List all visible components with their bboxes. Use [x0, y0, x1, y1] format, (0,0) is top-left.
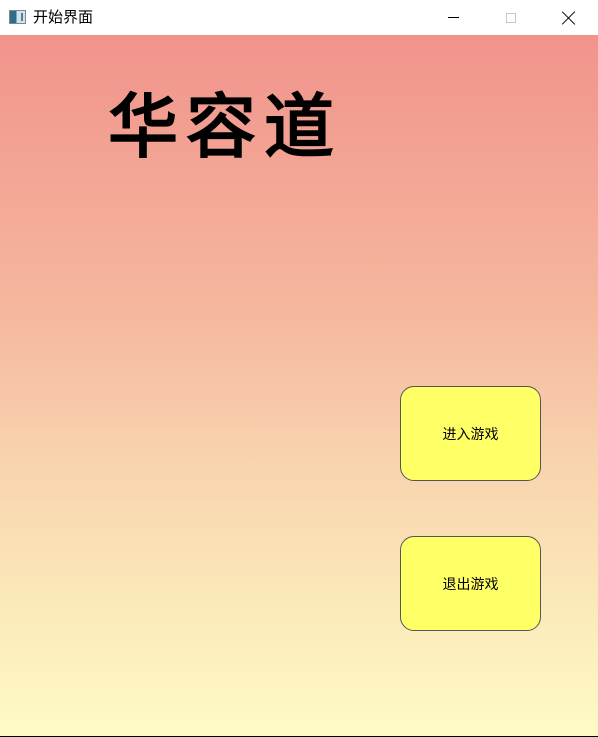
app-window: 开始界面 华容道 进入游戏 退出游戏: [0, 0, 598, 737]
title-bar[interactable]: 开始界面: [0, 0, 598, 35]
minimize-button[interactable]: [430, 0, 476, 35]
close-button[interactable]: [546, 0, 592, 35]
start-screen: 华容道 进入游戏 退出游戏: [0, 35, 598, 736]
app-icon: [9, 10, 26, 24]
minimize-icon: [447, 17, 459, 18]
start-game-button[interactable]: 进入游戏: [400, 386, 541, 481]
close-icon: [562, 11, 576, 25]
maximize-icon: [506, 12, 516, 23]
game-title: 华容道: [108, 85, 342, 168]
maximize-button[interactable]: [488, 0, 534, 35]
exit-game-button[interactable]: 退出游戏: [400, 536, 541, 631]
window-title: 开始界面: [33, 8, 94, 26]
